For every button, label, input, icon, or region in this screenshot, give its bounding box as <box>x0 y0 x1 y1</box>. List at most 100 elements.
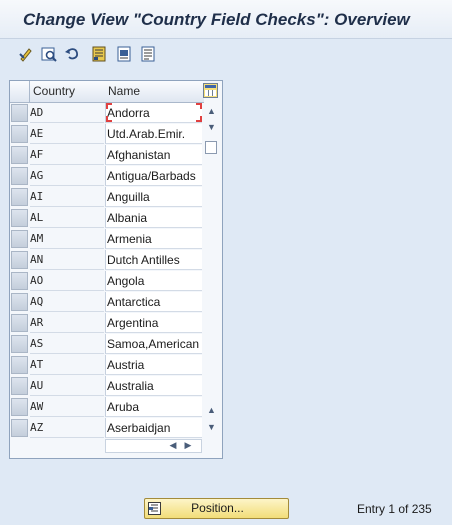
row-selector[interactable] <box>11 125 28 143</box>
country-name-text: Anguilla <box>107 190 150 204</box>
change-icon[interactable] <box>18 46 34 62</box>
scroll-left-icon[interactable]: ◀ <box>167 436 179 454</box>
country-name-field[interactable]: Utd.Arab.Emir. <box>105 124 202 144</box>
country-code-cell: AT <box>30 355 104 375</box>
position-button-label: Position... <box>191 501 244 515</box>
scroll-up-icon[interactable]: ▲ <box>205 105 218 117</box>
table-row: AN Dutch Antilles <box>10 250 202 271</box>
country-name-text: Argentina <box>107 316 159 330</box>
row-selector[interactable] <box>11 251 28 269</box>
row-selector[interactable] <box>11 230 28 248</box>
country-name-field[interactable]: Armenia <box>105 229 202 249</box>
country-name-text: Samoa,American <box>107 337 200 351</box>
country-name-field[interactable]: Samoa,American <box>105 334 202 354</box>
column-header-name[interactable]: Name <box>105 81 204 103</box>
undo-change-icon[interactable] <box>64 46 80 62</box>
country-code-cell: AW <box>30 397 104 417</box>
scroll-thumb[interactable] <box>205 141 217 154</box>
row-selector[interactable] <box>11 419 28 437</box>
scroll-right-icon[interactable]: ▶ <box>182 436 194 454</box>
country-code-cell: AZ <box>30 418 104 438</box>
select-all-icon[interactable] <box>91 46 107 62</box>
table-row: AL Albania <box>10 208 202 229</box>
country-name-text: Antarctica <box>107 295 161 309</box>
table-control: Country Name AD Andorra AE Utd.Arab.Emir. AF… <box>9 80 223 459</box>
country-code-cell: AD <box>30 103 104 123</box>
country-name-field[interactable]: Antigua/Barbads <box>105 166 202 186</box>
table-row: AM Armenia <box>10 229 202 250</box>
row-selector[interactable] <box>11 209 28 227</box>
country-name-text: Dutch Antilles <box>107 253 180 267</box>
table-rows: AD Andorra AE Utd.Arab.Emir. AF Afghanistan AG… <box>10 103 202 439</box>
position-button[interactable]: Position... <box>144 498 289 519</box>
country-name-text: Austria <box>107 358 145 372</box>
row-selector[interactable] <box>11 167 28 185</box>
table-row: AT Austria <box>10 355 202 376</box>
country-name-text: Afghanistan <box>107 148 171 162</box>
column-header-country[interactable]: Country <box>30 81 108 103</box>
country-name-text: Aserbaidjan <box>107 421 171 435</box>
country-name-field[interactable]: Angola <box>105 271 202 291</box>
country-name-field[interactable]: Argentina <box>105 313 202 333</box>
table-row: AG Antigua/Barbads <box>10 166 202 187</box>
table-row: AS Samoa,American <box>10 334 202 355</box>
table-settings-icon[interactable] <box>203 83 218 98</box>
row-selector[interactable] <box>11 188 28 206</box>
country-name-field[interactable]: Albania <box>105 208 202 228</box>
country-name-text: Antigua/Barbads <box>107 169 196 183</box>
entry-counter: Entry 1 of 235 <box>357 502 432 516</box>
scroll-page-down-icon[interactable]: ▼ <box>205 421 218 433</box>
row-selector[interactable] <box>11 314 28 332</box>
country-code-cell: AO <box>30 271 104 291</box>
country-name-field[interactable]: Anguilla <box>105 187 202 207</box>
country-name-text: Utd.Arab.Emir. <box>107 127 186 141</box>
vertical-scrollbar[interactable]: ▲ ▼ ▲ ▼ <box>203 103 220 436</box>
page-title: Change View "Country Field Checks": Over… <box>23 10 410 29</box>
application-toolbar <box>0 39 452 69</box>
row-selector[interactable] <box>11 293 28 311</box>
country-name-field[interactable]: Afghanistan <box>105 145 202 165</box>
row-selector[interactable] <box>11 356 28 374</box>
country-name-field[interactable]: Aruba <box>105 397 202 417</box>
select-block-icon[interactable] <box>116 46 132 62</box>
table-row: AD Andorra <box>10 103 202 124</box>
table-row: AU Australia <box>10 376 202 397</box>
country-code-cell: AN <box>30 250 104 270</box>
country-name-field[interactable]: Antarctica <box>105 292 202 312</box>
country-name-field[interactable]: Australia <box>105 376 202 396</box>
country-code-cell: AG <box>30 166 104 186</box>
scroll-page-up-icon[interactable]: ▲ <box>205 404 218 416</box>
country-name-text: Angola <box>107 274 145 288</box>
row-selector[interactable] <box>11 146 28 164</box>
country-name-field[interactable]: Aserbaidjan <box>105 418 202 438</box>
country-name-text: Aruba <box>107 400 140 414</box>
country-code-cell: AU <box>30 376 104 396</box>
country-code-cell: AQ <box>30 292 104 312</box>
row-selector[interactable] <box>11 272 28 290</box>
details-icon[interactable] <box>41 46 57 62</box>
country-code-cell: AE <box>30 124 104 144</box>
select-all-rows-button[interactable] <box>10 81 30 103</box>
country-code-cell: AR <box>30 313 104 333</box>
country-name-field[interactable]: Dutch Antilles <box>105 250 202 270</box>
row-selector[interactable] <box>11 335 28 353</box>
country-name-text: Andorra <box>107 106 150 120</box>
country-code-cell: AL <box>30 208 104 228</box>
country-code-cell: AS <box>30 334 104 354</box>
country-code-cell: AI <box>30 187 104 207</box>
country-code-cell: AF <box>30 145 104 165</box>
country-name-text: Australia <box>107 379 154 393</box>
title-bar: Change View "Country Field Checks": Over… <box>0 0 452 39</box>
table-row: AE Utd.Arab.Emir. <box>10 124 202 145</box>
table-row: AF Afghanistan <box>10 145 202 166</box>
row-selector[interactable] <box>11 398 28 416</box>
country-code-cell: AM <box>30 229 104 249</box>
deselect-all-icon[interactable] <box>140 46 156 62</box>
country-name-text: Albania <box>107 211 148 225</box>
scroll-down-icon[interactable]: ▼ <box>205 121 218 133</box>
country-name-text: Armenia <box>107 232 152 246</box>
country-name-field[interactable]: Andorra <box>105 103 202 123</box>
row-selector[interactable] <box>11 104 28 122</box>
row-selector[interactable] <box>11 377 28 395</box>
country-name-field[interactable]: Austria <box>105 355 202 375</box>
